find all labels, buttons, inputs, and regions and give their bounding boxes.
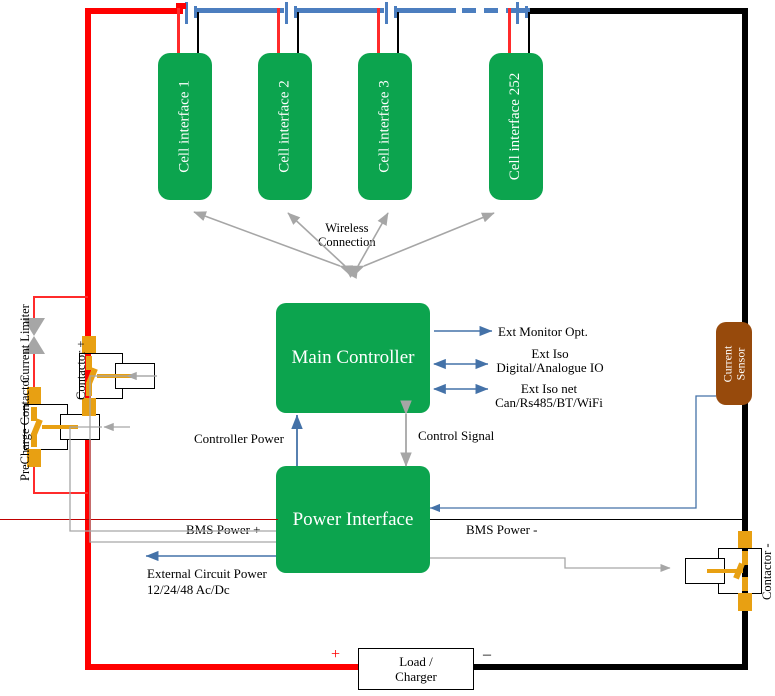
power-interface-block[interactable]: Power Interface: [276, 466, 430, 573]
cell-terminal-long-3: [385, 2, 388, 24]
precharge-branch-bottom: [33, 492, 88, 494]
precharge-branch-top-drop: [33, 296, 35, 320]
main-controller-label: Main Controller: [291, 347, 415, 368]
contactor-plus-control-route: [89, 375, 276, 543]
bms-architecture-diagram: Cell interface 1 Cell interface 2 Cell i…: [0, 0, 775, 696]
negative-bus-top: [530, 8, 748, 14]
contactor-minus-terminal-bottom: [738, 593, 752, 611]
control-signal-label: Control Signal: [418, 428, 495, 443]
precharge-contactor-label: PreCharge Contactor: [18, 376, 32, 481]
contactor-plus-coil-link: [97, 374, 133, 378]
load-negative-sign: –: [483, 646, 491, 663]
cell-interface-label-2: Cell interface 2: [276, 80, 293, 173]
wireless-connection-label: Wireless Connection: [318, 221, 376, 249]
external-circuit-power-label: External Circuit Power 12/24/48 Ac/Dc: [147, 566, 267, 598]
precharge-branch-mid: [33, 350, 35, 388]
contactor-plus-terminal-bottom: [82, 398, 96, 416]
wireless-label-line1: Wireless: [325, 221, 369, 235]
cell-interface-label-3: Cell interface 3: [376, 80, 393, 173]
cell-tap-positive-252: [508, 8, 511, 55]
load-charger-line2: Charger: [395, 669, 437, 684]
external-circuit-line1: External Circuit Power: [147, 566, 267, 581]
cell-interface-block-2[interactable]: Cell interface 2: [258, 53, 312, 200]
contactor-minus-blade-bottom: [742, 577, 748, 591]
bms-power-minus-label: BMS Power -: [466, 522, 538, 537]
external-circuit-line2: 12/24/48 Ac/Dc: [147, 582, 230, 597]
cell-tap-negative-252: [528, 12, 530, 55]
wireless-label-line2: Connection: [318, 235, 376, 249]
cell-tap-positive-1: [177, 8, 180, 55]
precharge-branch-top: [33, 296, 88, 298]
load-charger-line1: Load /: [399, 654, 433, 669]
cell-interface-block-1[interactable]: Cell interface 1: [158, 53, 212, 200]
cell-interface-block-3[interactable]: Cell interface 3: [358, 53, 412, 200]
port-label-ext-iso-net-line1: Ext Iso net: [520, 381, 578, 396]
port-label-ext-iso-net-line2: Can/Rs485/BT/WiFi: [495, 395, 603, 410]
contactor-minus-control-route: [430, 557, 671, 573]
contactor-minus-label: Contactor -: [760, 543, 774, 600]
cell-bus-segment-2: [296, 8, 384, 13]
cell-terminal-long-2: [285, 2, 288, 24]
contactor-plus-label: Contactor +: [74, 340, 88, 400]
cell-bus-segment-1: [196, 8, 284, 13]
cell-tap-negative-1: [197, 12, 199, 55]
cell-bus-dash-1: [462, 8, 476, 13]
port-label-ext-iso-line2: Digital/Analogue IO: [496, 360, 604, 375]
cell-tap-negative-2: [297, 12, 299, 55]
port-label-ext-monitor: Ext Monitor Opt.: [498, 324, 588, 339]
bms-power-minus-rail: [430, 519, 744, 521]
main-controller-block[interactable]: Main Controller: [276, 303, 430, 413]
cell-interface-label-1: Cell interface 1: [176, 80, 193, 173]
contactor-minus-terminal-top: [738, 531, 752, 549]
bms-power-plus-label: BMS Power +: [186, 522, 261, 537]
contactor-minus-coil-link: [707, 569, 743, 573]
current-sensor-label: Current Sensor: [720, 345, 747, 382]
cell-terminal-long-4: [516, 2, 519, 24]
cell-interface-label-252: Cell interface 252: [507, 72, 524, 181]
port-label-ext-iso: Ext Iso Digital/Analogue IO: [491, 347, 609, 375]
controller-power-label: Controller Power: [194, 431, 284, 446]
current-sensor-signal-line: [429, 395, 716, 513]
positive-bus-bottom: [85, 664, 358, 670]
bms-power-plus-rail: [0, 519, 278, 521]
contactor-minus-blade-top: [742, 551, 748, 565]
wireless-arrow-4: [350, 212, 495, 276]
negative-bus-bottom: [472, 664, 748, 670]
cell-tap-positive-2: [277, 8, 280, 55]
cell-tap-negative-3: [397, 12, 399, 55]
positive-bus-top: [85, 8, 183, 14]
current-sensor-block[interactable]: Current Sensor: [716, 322, 752, 405]
load-charger-block[interactable]: Load / Charger: [358, 648, 474, 690]
cell-interface-block-252[interactable]: Cell interface 252: [489, 53, 543, 200]
cell-bus-dash-2: [484, 8, 498, 13]
precharge-coil-link: [42, 425, 78, 429]
current-sensor-line2: Sensor: [733, 347, 747, 380]
load-positive-sign: +: [331, 646, 341, 663]
current-sensor-line1: Current: [720, 345, 734, 382]
power-interface-label: Power Interface: [292, 508, 414, 530]
port-label-ext-iso-net: Ext Iso net Can/Rs485/BT/WiFi: [488, 382, 610, 410]
cell-tap-positive-3: [377, 8, 380, 55]
cell-bus-segment-3: [396, 8, 456, 13]
current-limiter-label: Current Limiter: [18, 304, 32, 383]
port-label-ext-iso-line1: Ext Iso: [531, 346, 569, 361]
